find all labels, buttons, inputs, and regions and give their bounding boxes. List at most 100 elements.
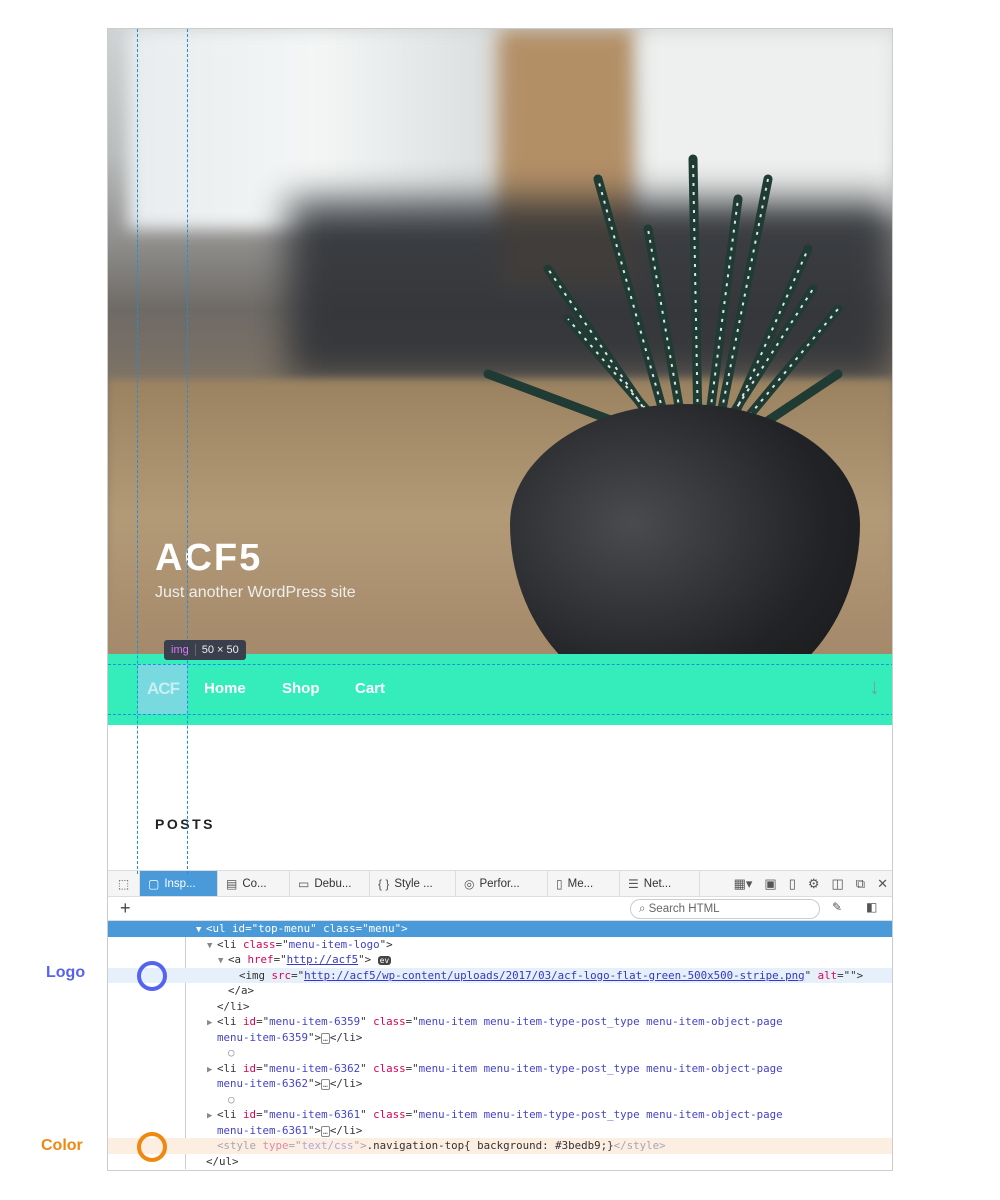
token-text: =" [256,1015,270,1028]
token-dim: </style> [613,1139,666,1152]
markup-line[interactable]: <style type="text/css">.navigation-top{ … [108,1138,892,1154]
tab-performance[interactable]: ◎ Perfor... [456,871,548,896]
token-val: menu-item menu-item-type-post_type menu-… [418,1061,783,1075]
token-text: </li> [329,1077,363,1090]
token-bullet: ○ [228,1046,235,1059]
tab-memory[interactable]: ▯ Me... [548,871,620,896]
token-val: menu-item-logo [288,937,380,951]
token-link[interactable]: http://acf5 [287,953,359,966]
token-text: </li> [329,1123,363,1137]
token-attr: alt [817,968,838,982]
annotation-logo-marker [137,961,167,991]
tooltip-size: 50 × 50 [201,644,239,656]
token-text: =" [355,922,369,935]
guide-line [108,664,892,665]
token-text: " [360,1015,374,1028]
token-attr: class [373,1015,406,1028]
settings-gear-icon[interactable]: ⚙ [808,876,820,892]
tab-label: Style ... [394,877,433,890]
add-node-icon[interactable]: + [120,898,131,919]
nav-shop[interactable]: Shop [282,680,320,697]
nav-home[interactable]: Home [204,680,246,697]
tab-label: Co... [242,877,267,890]
token-dim: <style [217,1139,263,1152]
markup-line[interactable]: <img src="http://acf5/wp-content/uploads… [108,967,892,983]
acf-logo[interactable]: ACF [138,664,188,714]
inspector-icon: ▢ [148,876,160,891]
performance-icon: ◎ [464,876,475,891]
inspector-toolbar: + ⌕ Search HTML ✎ ◧ [108,897,892,921]
token-name: img [245,968,266,982]
tab-console[interactable]: ▤ Co... [218,871,290,896]
markup-line[interactable]: ▼ <ul id="top-menu" class="menu"> [108,921,892,937]
token-val: menu-item-6362 [269,1061,361,1075]
search-html-input[interactable]: ⌕ Search HTML [630,899,820,919]
devtools-panel: ⬚ ▢ Insp... ▤ Co... ▭ Debu... { } Style ... ◎ Per… [108,870,892,1170]
tooltip-tag: img [171,644,196,656]
token-name: ul [212,922,226,935]
plant-pot [510,404,860,654]
token-text: =" [273,953,287,966]
token-text: =" [405,1061,419,1075]
dock-side-icon[interactable]: ◫ [832,876,844,892]
token-attr: class [373,1061,406,1075]
memory-icon: ▯ [556,876,563,891]
toggle-sidebar-icon[interactable]: ◧ [866,900,877,914]
site-title[interactable]: ACF5 [155,537,262,580]
guide-line [137,29,138,874]
token-attr: src [271,968,292,982]
responsive-design-icon[interactable]: ▯ [789,876,796,892]
markup-line[interactable]: menu-item-6359">… </li> [108,1030,892,1046]
scratchpad-icon[interactable]: ▣ [764,876,776,892]
tab-braces[interactable]: { } Style ... [370,871,456,896]
token-ev[interactable]: ev [377,956,392,965]
markup-line[interactable]: ○ [108,1045,892,1061]
token-attr: id [243,1108,257,1121]
markup-line[interactable]: ▶ <li id="menu-item-6362" class="menu-ite… [108,1061,892,1077]
token-link[interactable]: http://acf5/wp-content/uploads/2017/03/a… [304,969,805,982]
markup-line[interactable]: </a> [108,983,892,999]
tab-debugger[interactable]: ▭ Debu... [290,871,370,896]
token-ell[interactable]: … [321,1125,330,1137]
markup-line[interactable]: ▼ <li class="menu-item-logo"> [108,937,892,953]
markup-line[interactable]: menu-item-6361">… </li> [108,1123,892,1139]
markup-line[interactable]: ○ [108,1092,892,1108]
token-name: li [223,1061,237,1075]
markup-line[interactable]: ▼ <a href="http://acf5"> ev [108,952,892,968]
token-ell[interactable]: … [321,1032,330,1044]
guide-line [187,29,188,874]
braces-icon: { } [378,876,390,891]
token-text: "> [394,922,408,935]
token-name: li [223,1015,237,1028]
separate-window-icon[interactable]: ⧉ [856,876,865,892]
markup-line[interactable]: ▶ <li id="menu-item-6359" class="menu-ite… [108,1014,892,1030]
markup-line[interactable]: </ul> [108,1154,892,1170]
arrow-down-icon[interactable]: ↓ [869,674,880,700]
markup-line[interactable]: menu-item-6362">… </li> [108,1076,892,1092]
annotation-color-marker [137,1132,167,1162]
nav-cart[interactable]: Cart [355,680,385,697]
markup-line[interactable]: </li> [108,999,892,1015]
tab-inspector[interactable]: ▢ Insp... [140,871,218,896]
eyedropper-icon[interactable]: ✎ [832,900,842,914]
markup-view: ▼ <ul id="top-menu" class="menu"> ▼ <li cla… [108,921,892,1170]
element-picker-button[interactable]: ⬚ [108,871,140,896]
close-icon[interactable]: ✕ [877,876,888,892]
tab-label: Net... [643,877,672,890]
token-attr: id [243,1061,257,1075]
token-val: menu-item-6361 [269,1108,361,1121]
token-attr: id [243,1015,257,1028]
token-text: </ul> [206,1154,239,1168]
token-text: =""> [837,968,864,982]
token-val: menu-item-6359 [269,1015,361,1028]
responsive-layout-icon[interactable]: ▦▾ [734,876,753,892]
token-text: .navigation-top{ background: #3bedb9;} [366,1139,614,1152]
browser-viewport: ACF5 Just another WordPress site ACF Hom… [107,28,893,1171]
tab-network[interactable]: ☰ Net... [620,871,700,896]
token-text: " [310,922,324,935]
network-icon: ☰ [628,876,639,891]
token-text: " [360,1108,374,1121]
markup-line[interactable]: ▶ <li id="menu-item-6361" class="menu-ite… [108,1107,892,1123]
token-ell[interactable]: … [321,1079,330,1090]
annotation-color-label: Color [41,1137,83,1154]
